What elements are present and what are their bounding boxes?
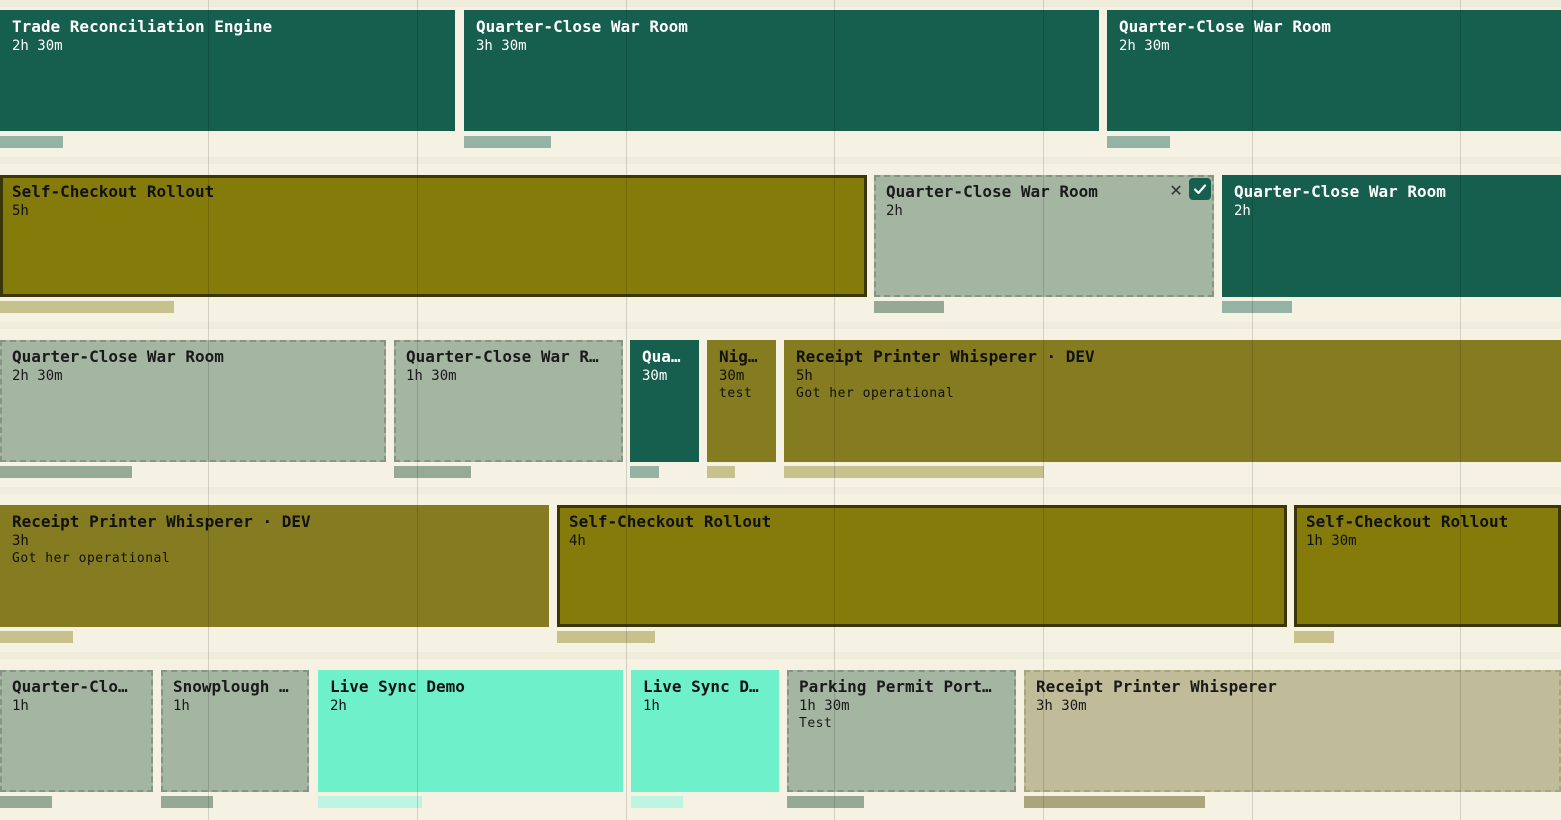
event-duration: 3h 30m bbox=[476, 38, 527, 54]
event-title: Nig… bbox=[719, 347, 758, 366]
event-duration: 3h bbox=[12, 533, 29, 549]
event-title: Receipt Printer Whisperer · DEV bbox=[12, 512, 311, 531]
event-duration: 2h bbox=[1234, 203, 1251, 219]
row-separator bbox=[0, 487, 1561, 494]
event-progress-bar bbox=[0, 631, 73, 643]
event-note: test bbox=[719, 386, 753, 401]
event-block-selected[interactable]: Self-Checkout Rollout 1h 30m bbox=[1294, 505, 1561, 627]
event-block-selected[interactable]: Self-Checkout Rollout 4h bbox=[557, 505, 1287, 627]
event-duration: 2h 30m bbox=[12, 368, 63, 384]
event-title: Live Sync Demo bbox=[330, 677, 465, 696]
event-duration: 1h 30m bbox=[799, 698, 850, 714]
event-progress-bar bbox=[464, 136, 551, 148]
event-duration: 3h 30m bbox=[1036, 698, 1087, 714]
event-title: Live Sync D… bbox=[643, 677, 759, 696]
event-progress-bar bbox=[1294, 631, 1334, 643]
event-progress-bar bbox=[787, 796, 864, 808]
event-title: Trade Reconciliation Engine bbox=[12, 17, 273, 36]
event-block-tentative[interactable]: Quarter-Close War R… 1h 30m bbox=[394, 340, 623, 462]
event-title: Quarter-Close War Room bbox=[12, 347, 224, 366]
event-duration: 2h bbox=[330, 698, 347, 714]
event-duration: 5h bbox=[12, 203, 29, 219]
event-title: Quarter-Close War R… bbox=[406, 347, 599, 366]
event-block-selected[interactable]: Self-Checkout Rollout 5h bbox=[0, 175, 867, 297]
event-block[interactable]: Nig… 30m test bbox=[707, 340, 776, 462]
event-block-tentative[interactable]: Quarter-Clo… 1h bbox=[0, 670, 153, 792]
event-progress-bar bbox=[0, 136, 63, 148]
event-title: Quarter-Close War Room bbox=[476, 17, 688, 36]
event-block[interactable]: Trade Reconciliation Engine 2h 30m bbox=[0, 10, 455, 131]
event-duration: 30m bbox=[719, 368, 745, 384]
event-title: Quarter-Close War Room bbox=[886, 182, 1098, 201]
event-duration: 1h bbox=[643, 698, 660, 714]
event-duration: 30m bbox=[642, 368, 668, 384]
event-block-tentative[interactable]: Quarter-Close War Room 2h 30m bbox=[0, 340, 386, 462]
event-title: Self-Checkout Rollout bbox=[569, 512, 772, 531]
event-block[interactable]: Qua… 30m bbox=[630, 340, 699, 462]
event-duration: 5h bbox=[796, 368, 813, 384]
event-title: Quarter-Clo… bbox=[12, 677, 128, 696]
event-title: Self-Checkout Rollout bbox=[12, 182, 215, 201]
event-progress-bar bbox=[557, 631, 655, 643]
event-block[interactable]: Live Sync D… 1h bbox=[631, 670, 779, 792]
row-separator bbox=[0, 322, 1561, 329]
check-icon[interactable] bbox=[1189, 178, 1211, 200]
event-duration: 2h 30m bbox=[12, 38, 63, 54]
event-progress-bar bbox=[0, 466, 132, 478]
event-progress-bar bbox=[1107, 136, 1170, 148]
event-title: Quarter-Close War Room bbox=[1234, 182, 1446, 201]
event-note: Got her operational bbox=[796, 386, 955, 401]
event-block[interactable]: Receipt Printer Whisperer · DEV 5h Got h… bbox=[784, 340, 1561, 462]
close-icon[interactable]: ✕ bbox=[1165, 178, 1187, 200]
event-block-tentative[interactable]: Parking Permit Port… 1h 30m Test bbox=[787, 670, 1016, 792]
event-block-tentative[interactable]: Snowplough … 1h bbox=[161, 670, 309, 792]
event-title: Receipt Printer Whisperer bbox=[1036, 677, 1277, 696]
event-progress-bar bbox=[874, 301, 944, 313]
row-separator bbox=[0, 652, 1561, 659]
event-block[interactable]: Live Sync Demo 2h bbox=[318, 670, 623, 792]
event-title: Qua… bbox=[642, 347, 681, 366]
event-title: Receipt Printer Whisperer · DEV bbox=[796, 347, 1095, 366]
event-block[interactable]: Receipt Printer Whisperer · DEV 3h Got h… bbox=[0, 505, 549, 627]
event-progress-bar bbox=[318, 796, 422, 808]
event-progress-bar bbox=[394, 466, 471, 478]
event-progress-bar bbox=[784, 466, 1044, 478]
event-block[interactable]: Quarter-Close War Room 2h bbox=[1222, 175, 1561, 297]
event-duration: 2h bbox=[886, 203, 903, 219]
event-progress-bar bbox=[631, 796, 683, 808]
event-duration: 1h bbox=[173, 698, 190, 714]
event-duration: 1h bbox=[12, 698, 29, 714]
event-title: Self-Checkout Rollout bbox=[1306, 512, 1509, 531]
event-title: Quarter-Close War Room bbox=[1119, 17, 1331, 36]
event-progress-bar bbox=[0, 301, 174, 313]
row-separator bbox=[0, 0, 1561, 7]
event-block[interactable]: Quarter-Close War Room 2h 30m bbox=[1107, 10, 1561, 131]
event-progress-bar bbox=[161, 796, 213, 808]
event-title: Parking Permit Port… bbox=[799, 677, 992, 696]
event-block-tentative[interactable]: Quarter-Close War Room 2h bbox=[874, 175, 1214, 297]
event-note: Got her operational bbox=[12, 551, 171, 566]
event-duration: 1h 30m bbox=[406, 368, 457, 384]
event-title: Snowplough … bbox=[173, 677, 289, 696]
event-progress-bar bbox=[0, 796, 52, 808]
row-separator bbox=[0, 157, 1561, 164]
event-progress-bar bbox=[1222, 301, 1292, 313]
event-progress-bar bbox=[630, 466, 659, 478]
event-duration: 4h bbox=[569, 533, 586, 549]
event-block[interactable]: Quarter-Close War Room 3h 30m bbox=[464, 10, 1099, 131]
event-duration: 1h 30m bbox=[1306, 533, 1357, 549]
event-block-tentative[interactable]: Receipt Printer Whisperer 3h 30m bbox=[1024, 670, 1561, 792]
event-progress-bar bbox=[707, 466, 735, 478]
event-duration: 2h 30m bbox=[1119, 38, 1170, 54]
event-progress-bar bbox=[1024, 796, 1205, 808]
event-note: Test bbox=[799, 716, 833, 731]
